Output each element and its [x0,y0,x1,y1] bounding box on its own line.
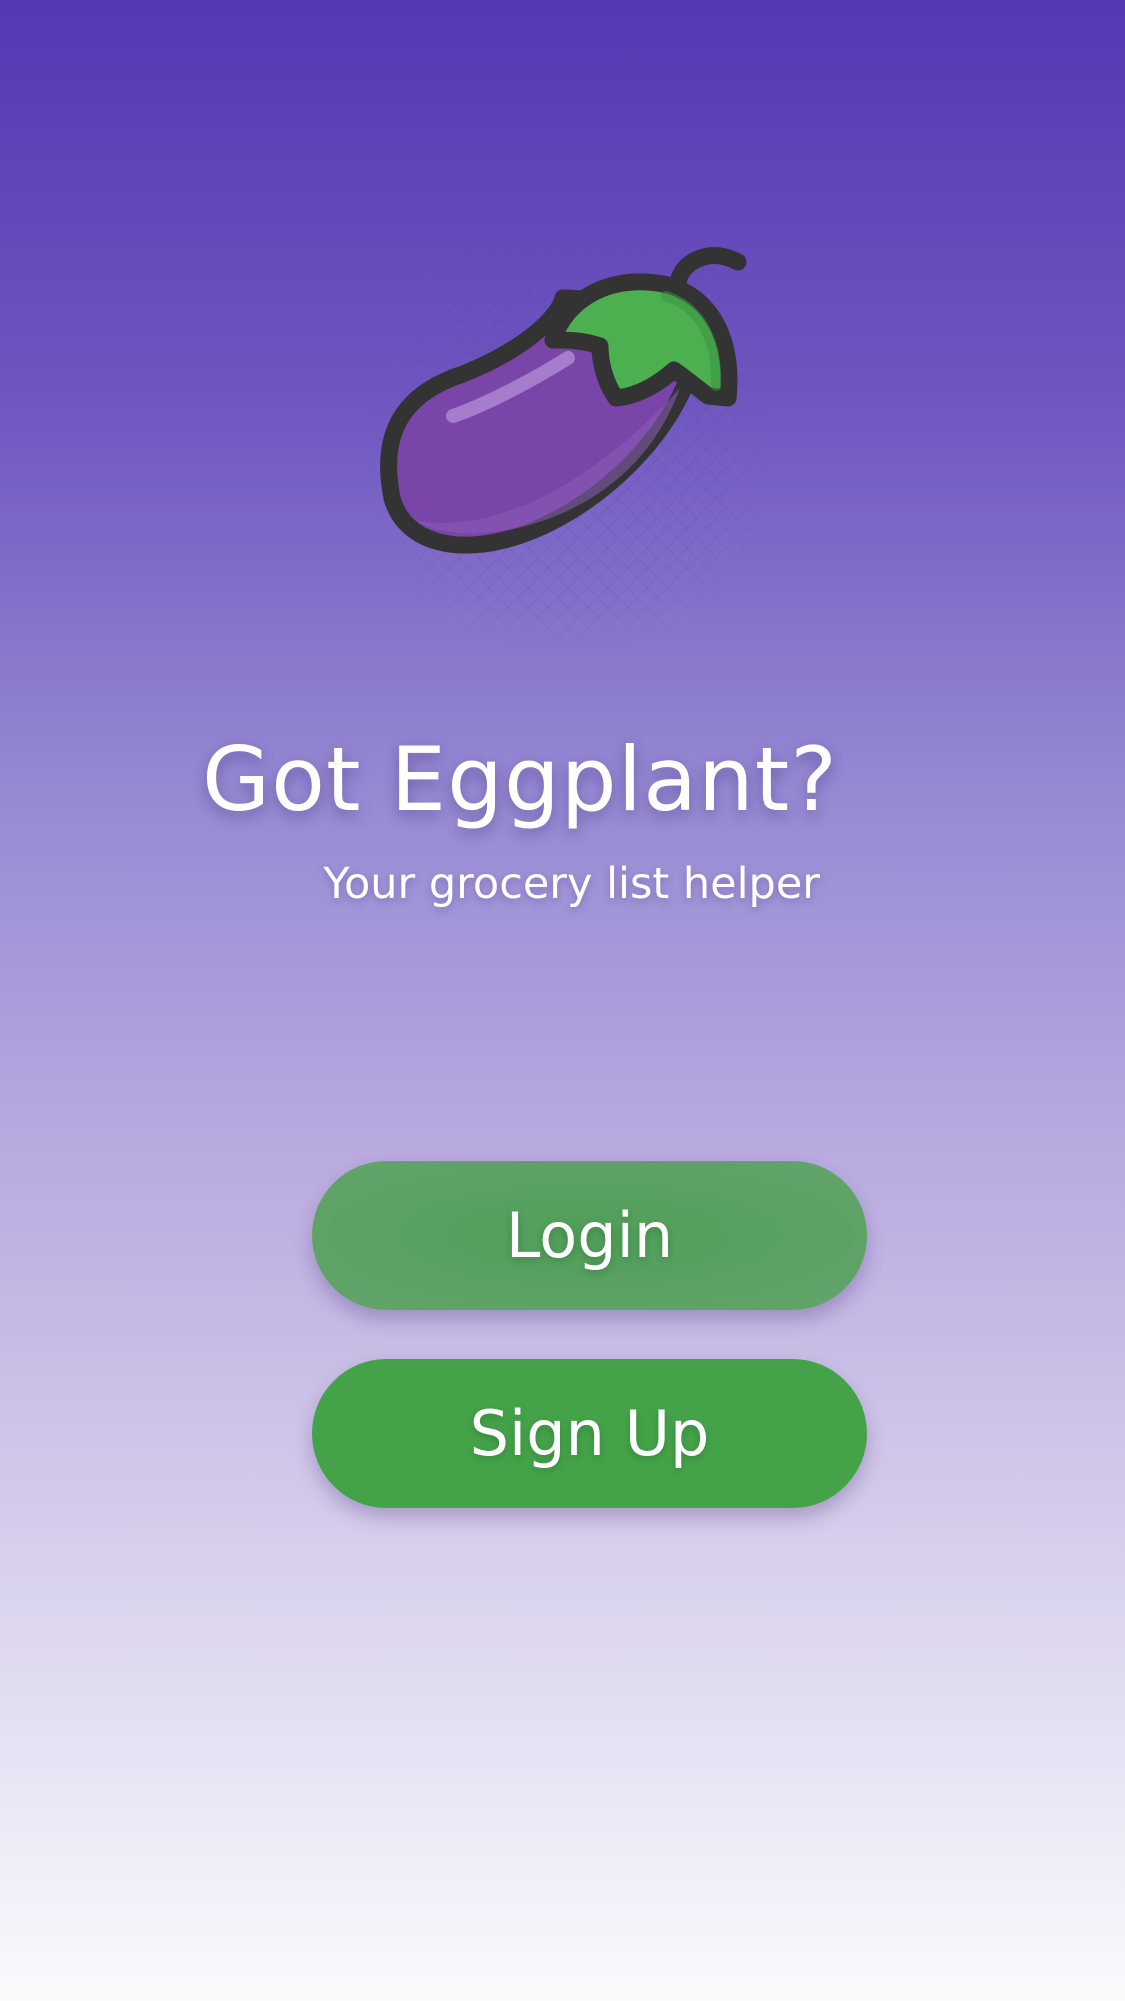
login-button[interactable]: Login [312,1161,867,1310]
app-logo [368,238,768,646]
eggplant-icon [380,247,747,554]
welcome-screen: Got Eggplant? Your grocery list helper L… [0,0,1125,2001]
app-title: Got Eggplant? [201,728,839,831]
signup-button[interactable]: Sign Up [312,1359,867,1508]
app-subtitle: Your grocery list helper [323,859,820,909]
